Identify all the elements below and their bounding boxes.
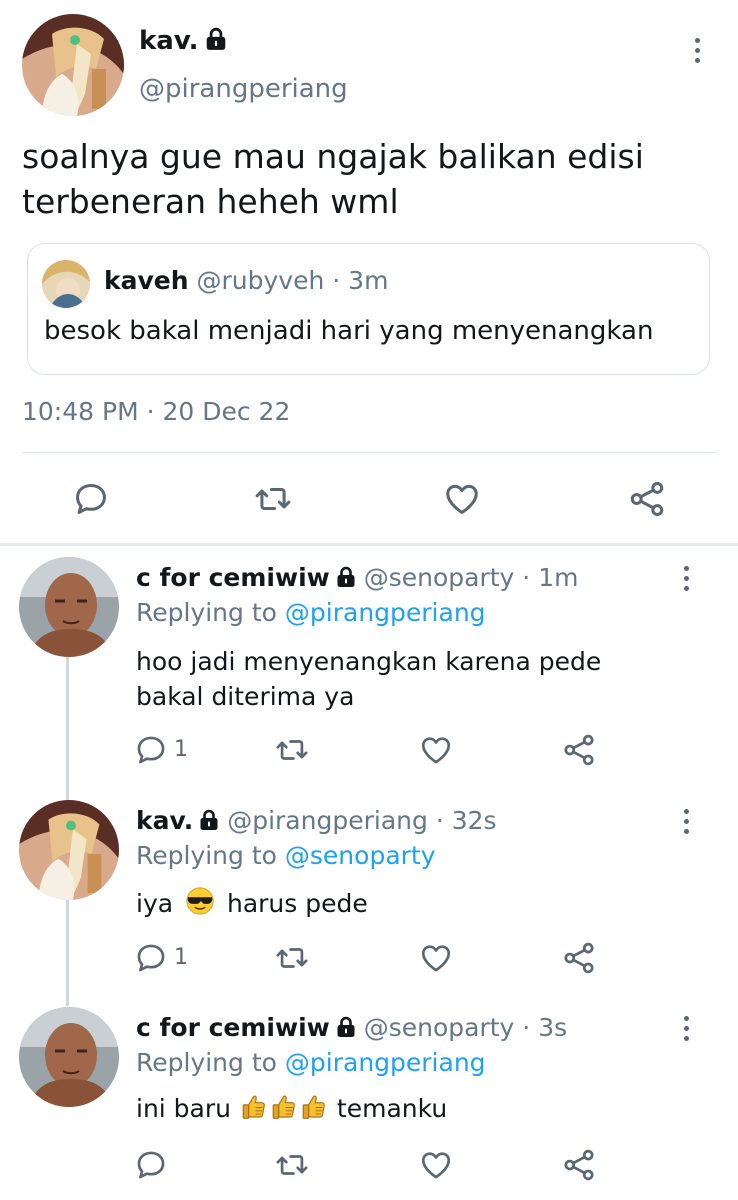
quote-author-name: kaveh	[104, 266, 189, 295]
divider	[0, 543, 738, 546]
more-icon[interactable]	[693, 38, 701, 68]
quote-avatar	[42, 260, 90, 308]
reply-author-name[interactable]: c for cemiwiw	[136, 563, 330, 592]
replying-to-link[interactable]: @senoparty	[285, 841, 436, 870]
reply-header: c for cemiwiw @senoparty · 1m	[136, 563, 578, 592]
reply-time: · 32s	[435, 806, 497, 835]
divider	[22, 452, 716, 453]
retweet-icon[interactable]	[275, 1148, 309, 1182]
reply-time: · 3s	[522, 1013, 568, 1042]
more-icon[interactable]	[682, 1016, 690, 1046]
quoted-tweet[interactable]: kaveh @rubyveh · 3m besok bakal menjadi …	[27, 243, 710, 375]
replying-to: Replying to @pirangperiang	[136, 1048, 486, 1077]
reply-icon[interactable]	[134, 733, 168, 767]
replying-to: Replying to @senoparty	[136, 841, 436, 870]
share-icon[interactable]	[562, 733, 596, 767]
reply-icon[interactable]	[72, 480, 110, 518]
reply-author-handle[interactable]: @senoparty	[364, 1013, 515, 1042]
lock-icon	[199, 809, 219, 831]
like-icon[interactable]	[443, 480, 481, 518]
share-icon[interactable]	[562, 1148, 596, 1182]
reply-text: iya harus pede	[136, 886, 368, 918]
quote-text: besok bakal menjadi hari yang menyenangk…	[44, 316, 654, 346]
lock-icon	[336, 1016, 356, 1038]
reply-author-name[interactable]: c for cemiwiw	[136, 1013, 330, 1042]
retweet-icon[interactable]	[254, 480, 292, 518]
share-icon[interactable]	[562, 941, 596, 975]
avatar-kav[interactable]	[19, 800, 119, 900]
share-icon[interactable]	[628, 480, 666, 518]
like-icon[interactable]	[419, 1148, 453, 1182]
retweet-icon[interactable]	[275, 733, 309, 767]
like-icon[interactable]	[419, 941, 453, 975]
avatar-cemiwiw[interactable]	[19, 1007, 119, 1107]
quote-time: 3m	[348, 266, 389, 295]
replying-to-link[interactable]: @pirangperiang	[285, 1048, 486, 1077]
reply-count: 1	[174, 945, 188, 970]
reply-author-handle[interactable]: @pirangperiang	[227, 806, 428, 835]
lock-icon	[336, 566, 356, 588]
thumbs-up-emoji	[271, 1093, 297, 1121]
reply-header: c for cemiwiw @senoparty · 3s	[136, 1013, 567, 1042]
more-icon[interactable]	[682, 809, 690, 839]
replying-to: Replying to @pirangperiang	[136, 598, 486, 627]
reply-author-handle[interactable]: @senoparty	[364, 563, 515, 592]
author-handle[interactable]: @pirangperiang	[139, 74, 348, 104]
reply-icon[interactable]	[134, 1148, 168, 1182]
reply-time: · 1m	[522, 563, 579, 592]
reply-icon[interactable]	[134, 941, 168, 975]
reply-count: 1	[174, 737, 188, 762]
quote-header: kaveh @rubyveh · 3m	[104, 266, 389, 295]
quote-author-handle: @rubyveh	[196, 266, 325, 295]
reply-text: ini baru temanku	[136, 1093, 448, 1123]
reply-header: kav. @pirangperiang · 32s	[136, 806, 497, 835]
thumbs-up-emoji	[301, 1093, 327, 1121]
thumbs-up-emoji	[241, 1093, 267, 1121]
sunglasses-emoji	[186, 887, 214, 915]
avatar-kav[interactable]	[22, 14, 124, 116]
tweet-timestamp[interactable]: 10:48 PM · 20 Dec 22	[22, 397, 290, 426]
avatar-cemiwiw[interactable]	[19, 557, 119, 657]
lock-icon	[205, 27, 227, 51]
reply-text: hoo jadi menyenangkan karena pede bakal …	[136, 647, 602, 711]
like-icon[interactable]	[419, 733, 453, 767]
tweet-text: soalnya gue mau ngajak balikan edisi ter…	[22, 137, 644, 221]
more-icon[interactable]	[682, 566, 690, 596]
reply-author-name[interactable]: kav.	[136, 806, 193, 835]
author-name[interactable]: kav.	[139, 26, 227, 56]
replying-to-link[interactable]: @pirangperiang	[285, 598, 486, 627]
retweet-icon[interactable]	[275, 941, 309, 975]
